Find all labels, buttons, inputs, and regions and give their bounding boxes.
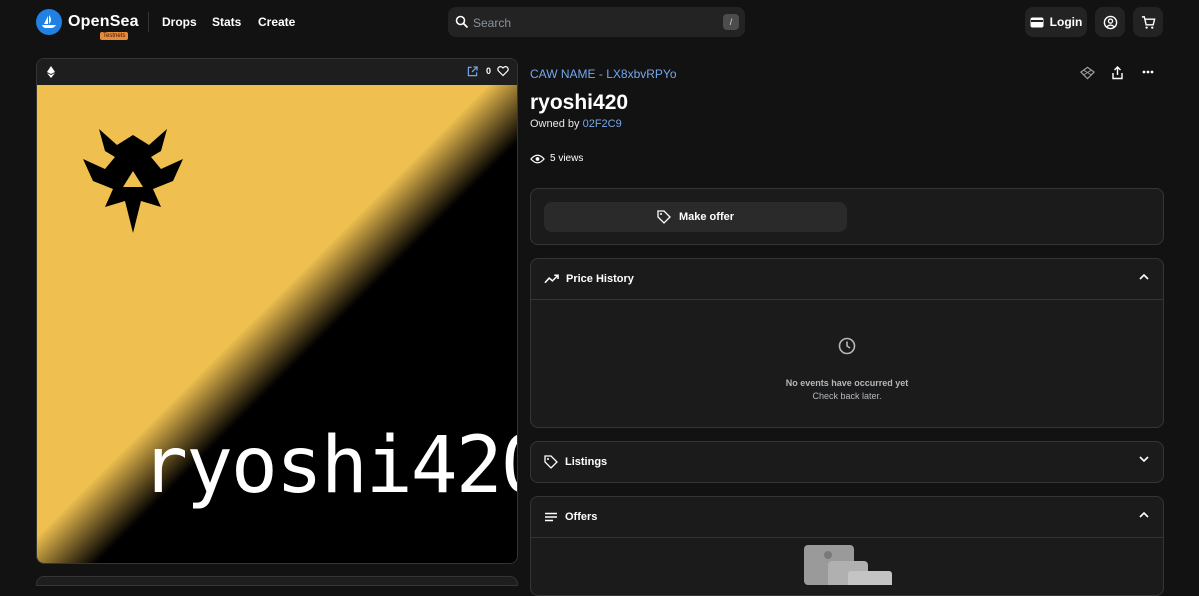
item-title: ryoshi420 [530, 91, 629, 114]
tag-icon [544, 455, 558, 469]
external-link-icon[interactable] [467, 66, 478, 77]
ens-diamond-icon[interactable] [1080, 66, 1095, 80]
tag-icon [657, 210, 671, 224]
no-events-title: No events have occurred yet [785, 378, 909, 388]
listings-header[interactable]: Listings [531, 442, 1163, 482]
brand-name: OpenSea [68, 13, 139, 30]
listings-title: Listings [565, 456, 608, 468]
search-placeholder: Search [473, 16, 512, 30]
chevron-up-icon [1139, 273, 1149, 280]
no-events-subtitle: Check back later. [812, 391, 882, 401]
price-history-header[interactable]: Price History [531, 259, 1163, 299]
account-button[interactable] [1095, 7, 1125, 37]
make-offer-button[interactable]: Make offer [544, 202, 847, 232]
owned-by-label: Owned by [530, 118, 580, 130]
offer-panel: Make offer [530, 188, 1164, 245]
owner-link[interactable]: 02F2C9 [583, 118, 622, 130]
list-lines-icon [545, 512, 557, 522]
heart-icon[interactable] [497, 65, 509, 77]
favorites-count: 0 [486, 66, 492, 76]
ethereum-icon [47, 66, 55, 78]
caw-bird-emblem-icon [83, 129, 183, 233]
clock-icon [838, 337, 856, 355]
trending-line-icon [544, 274, 559, 284]
search-input[interactable]: Search / [448, 7, 745, 37]
nav-drops[interactable]: Drops [162, 15, 197, 29]
login-button[interactable]: Login [1025, 7, 1087, 37]
search-icon [455, 15, 469, 29]
wallet-icon [1030, 17, 1044, 27]
item-media-card: 0 ryoshi420 [36, 58, 518, 564]
panel-divider [531, 299, 1163, 300]
view-count: 5 views [530, 153, 583, 164]
media-toolbar: 0 [37, 59, 517, 85]
offers-panel: Offers [530, 496, 1164, 596]
top-nav: OpenSea Testnets Drops Stats Create Sear… [0, 0, 1199, 44]
cart-icon [1141, 15, 1155, 29]
empty-offers-illustration-icon [804, 545, 892, 585]
make-offer-label: Make offer [678, 211, 735, 223]
nav-stats[interactable]: Stats [212, 15, 241, 29]
opensea-boat-icon [36, 9, 62, 35]
views-label: 5 views [550, 153, 584, 164]
next-panel-edge [36, 576, 518, 586]
nav-create[interactable]: Create [258, 15, 295, 29]
panel-divider [531, 537, 1163, 538]
testnets-badge: Testnets [100, 32, 129, 40]
nav-divider [148, 12, 149, 32]
offers-title: Offers [565, 511, 598, 523]
offers-header[interactable]: Offers [531, 497, 1163, 537]
price-history-title: Price History [566, 273, 634, 285]
account-icon [1103, 15, 1117, 29]
price-history-panel: Price History No events have occurred ye… [530, 258, 1164, 428]
artwork-name-text: ryoshi420 [141, 421, 518, 511]
cart-button[interactable] [1133, 7, 1163, 37]
collection-link[interactable]: CAW NAME - LX8xbvRPYo [530, 67, 677, 81]
share-icon[interactable] [1111, 66, 1124, 80]
chevron-up-icon [1139, 511, 1149, 518]
owned-by: Owned by 02F2C9 [530, 118, 622, 130]
more-options-icon[interactable] [1142, 70, 1154, 74]
eye-icon [530, 154, 545, 163]
nft-artwork[interactable]: ryoshi420 [37, 85, 518, 563]
login-label: Login [1049, 15, 1083, 29]
search-shortcut-key: / [723, 14, 739, 30]
listings-panel: Listings [530, 441, 1164, 483]
chevron-down-icon [1139, 456, 1149, 463]
